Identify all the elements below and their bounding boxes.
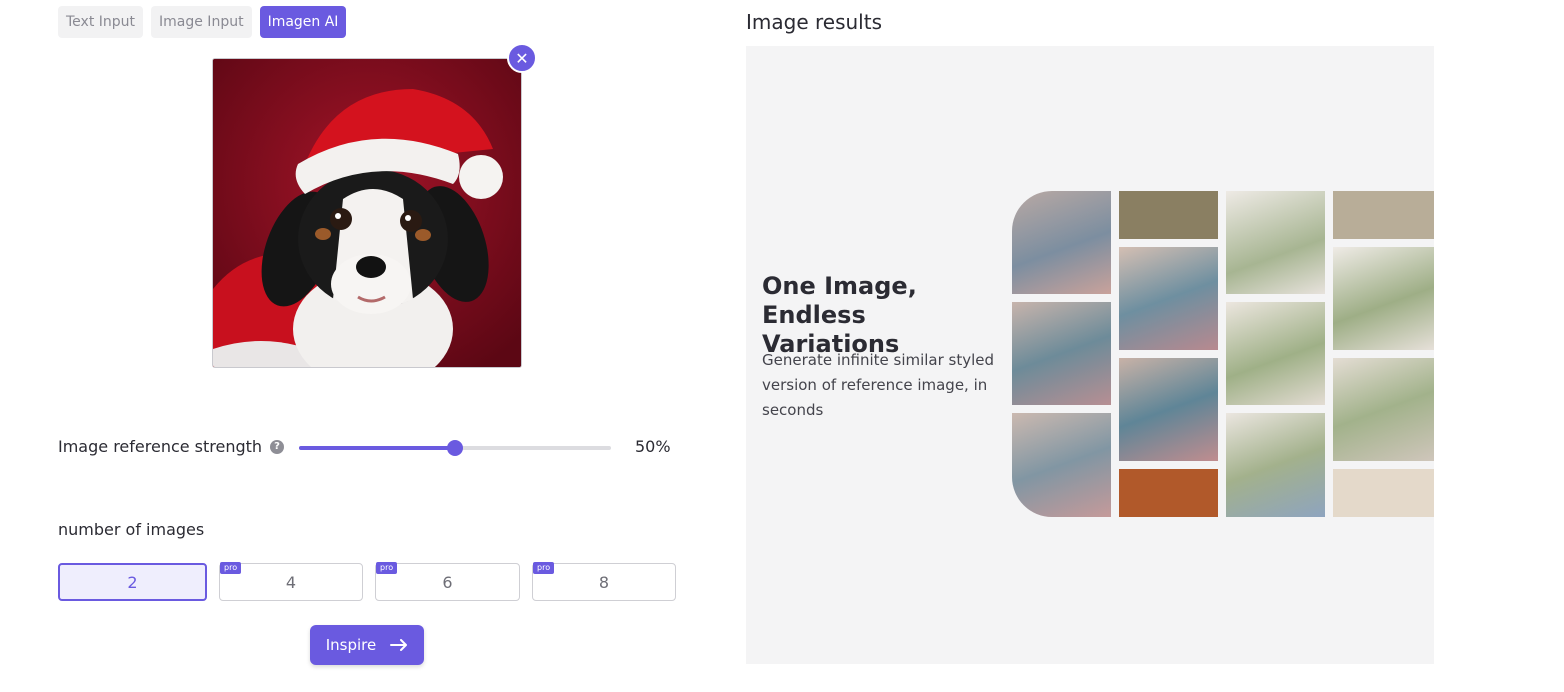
- variation-image: [1226, 191, 1325, 294]
- color-swatch: [1333, 469, 1434, 517]
- reference-image: [212, 58, 522, 368]
- variation-image: [1226, 413, 1325, 517]
- count-option-value: 4: [285, 572, 297, 592]
- promo-heading: One Image, Endless Variations: [762, 272, 1002, 359]
- number-of-images-label: number of images: [58, 520, 205, 539]
- variation-image: [1012, 302, 1111, 405]
- variation-image: [1012, 191, 1111, 294]
- count-option-8[interactable]: pro 8: [532, 562, 676, 601]
- count-option-2[interactable]: 2: [58, 563, 207, 601]
- pro-badge: pro: [376, 562, 398, 574]
- results-panel: One Image, Endless Variations Generate i…: [746, 46, 1434, 664]
- pro-badge: pro: [533, 562, 555, 574]
- results-title: Image results: [746, 10, 882, 34]
- question-icon[interactable]: ?: [270, 439, 285, 454]
- pro-badge: pro: [220, 562, 242, 574]
- count-option-value: 2: [127, 572, 138, 592]
- puppy-image: [213, 59, 521, 367]
- tab-text-input[interactable]: Text Input: [58, 6, 144, 38]
- promo-heading-line1: One Image,: [762, 272, 917, 300]
- tab-imagen-ai[interactable]: Imagen AI: [259, 6, 347, 38]
- variation-image: [1119, 358, 1218, 461]
- variation-image: [1119, 247, 1218, 350]
- inspire-label: Inspire: [325, 636, 377, 654]
- count-option-4[interactable]: pro 4: [219, 562, 363, 601]
- strength-slider[interactable]: [299, 438, 611, 458]
- slider-thumb[interactable]: [447, 440, 463, 456]
- count-option-6[interactable]: pro 6: [375, 562, 520, 601]
- arrow-right-icon: [390, 639, 408, 651]
- close-icon[interactable]: ✕: [507, 43, 537, 73]
- slider-fill: [299, 446, 455, 450]
- variation-image: [1012, 413, 1111, 517]
- color-swatch: [1119, 191, 1218, 239]
- variation-image: [1333, 358, 1434, 461]
- input-mode-tabs: Text Input Image Input Imagen AI: [58, 6, 347, 38]
- imagen-page: Text Input Image Input Imagen AI ✕ Image…: [0, 0, 1564, 692]
- strength-label: Image reference strength ?: [58, 437, 285, 456]
- tab-image-input[interactable]: Image Input: [151, 6, 252, 38]
- count-option-value: 8: [598, 572, 610, 592]
- variation-image: [1226, 302, 1325, 405]
- color-swatch: [1119, 469, 1218, 517]
- variation-image: [1333, 247, 1434, 350]
- inspire-button[interactable]: Inspire: [310, 625, 424, 665]
- promo-text: Generate infinite similar styled version…: [762, 351, 995, 419]
- count-option-value: 6: [442, 572, 453, 592]
- variations-collage: [1012, 191, 1434, 517]
- strength-value: 50%: [635, 437, 671, 456]
- color-swatch: [1333, 191, 1434, 239]
- strength-label-text: Image reference strength: [58, 437, 263, 456]
